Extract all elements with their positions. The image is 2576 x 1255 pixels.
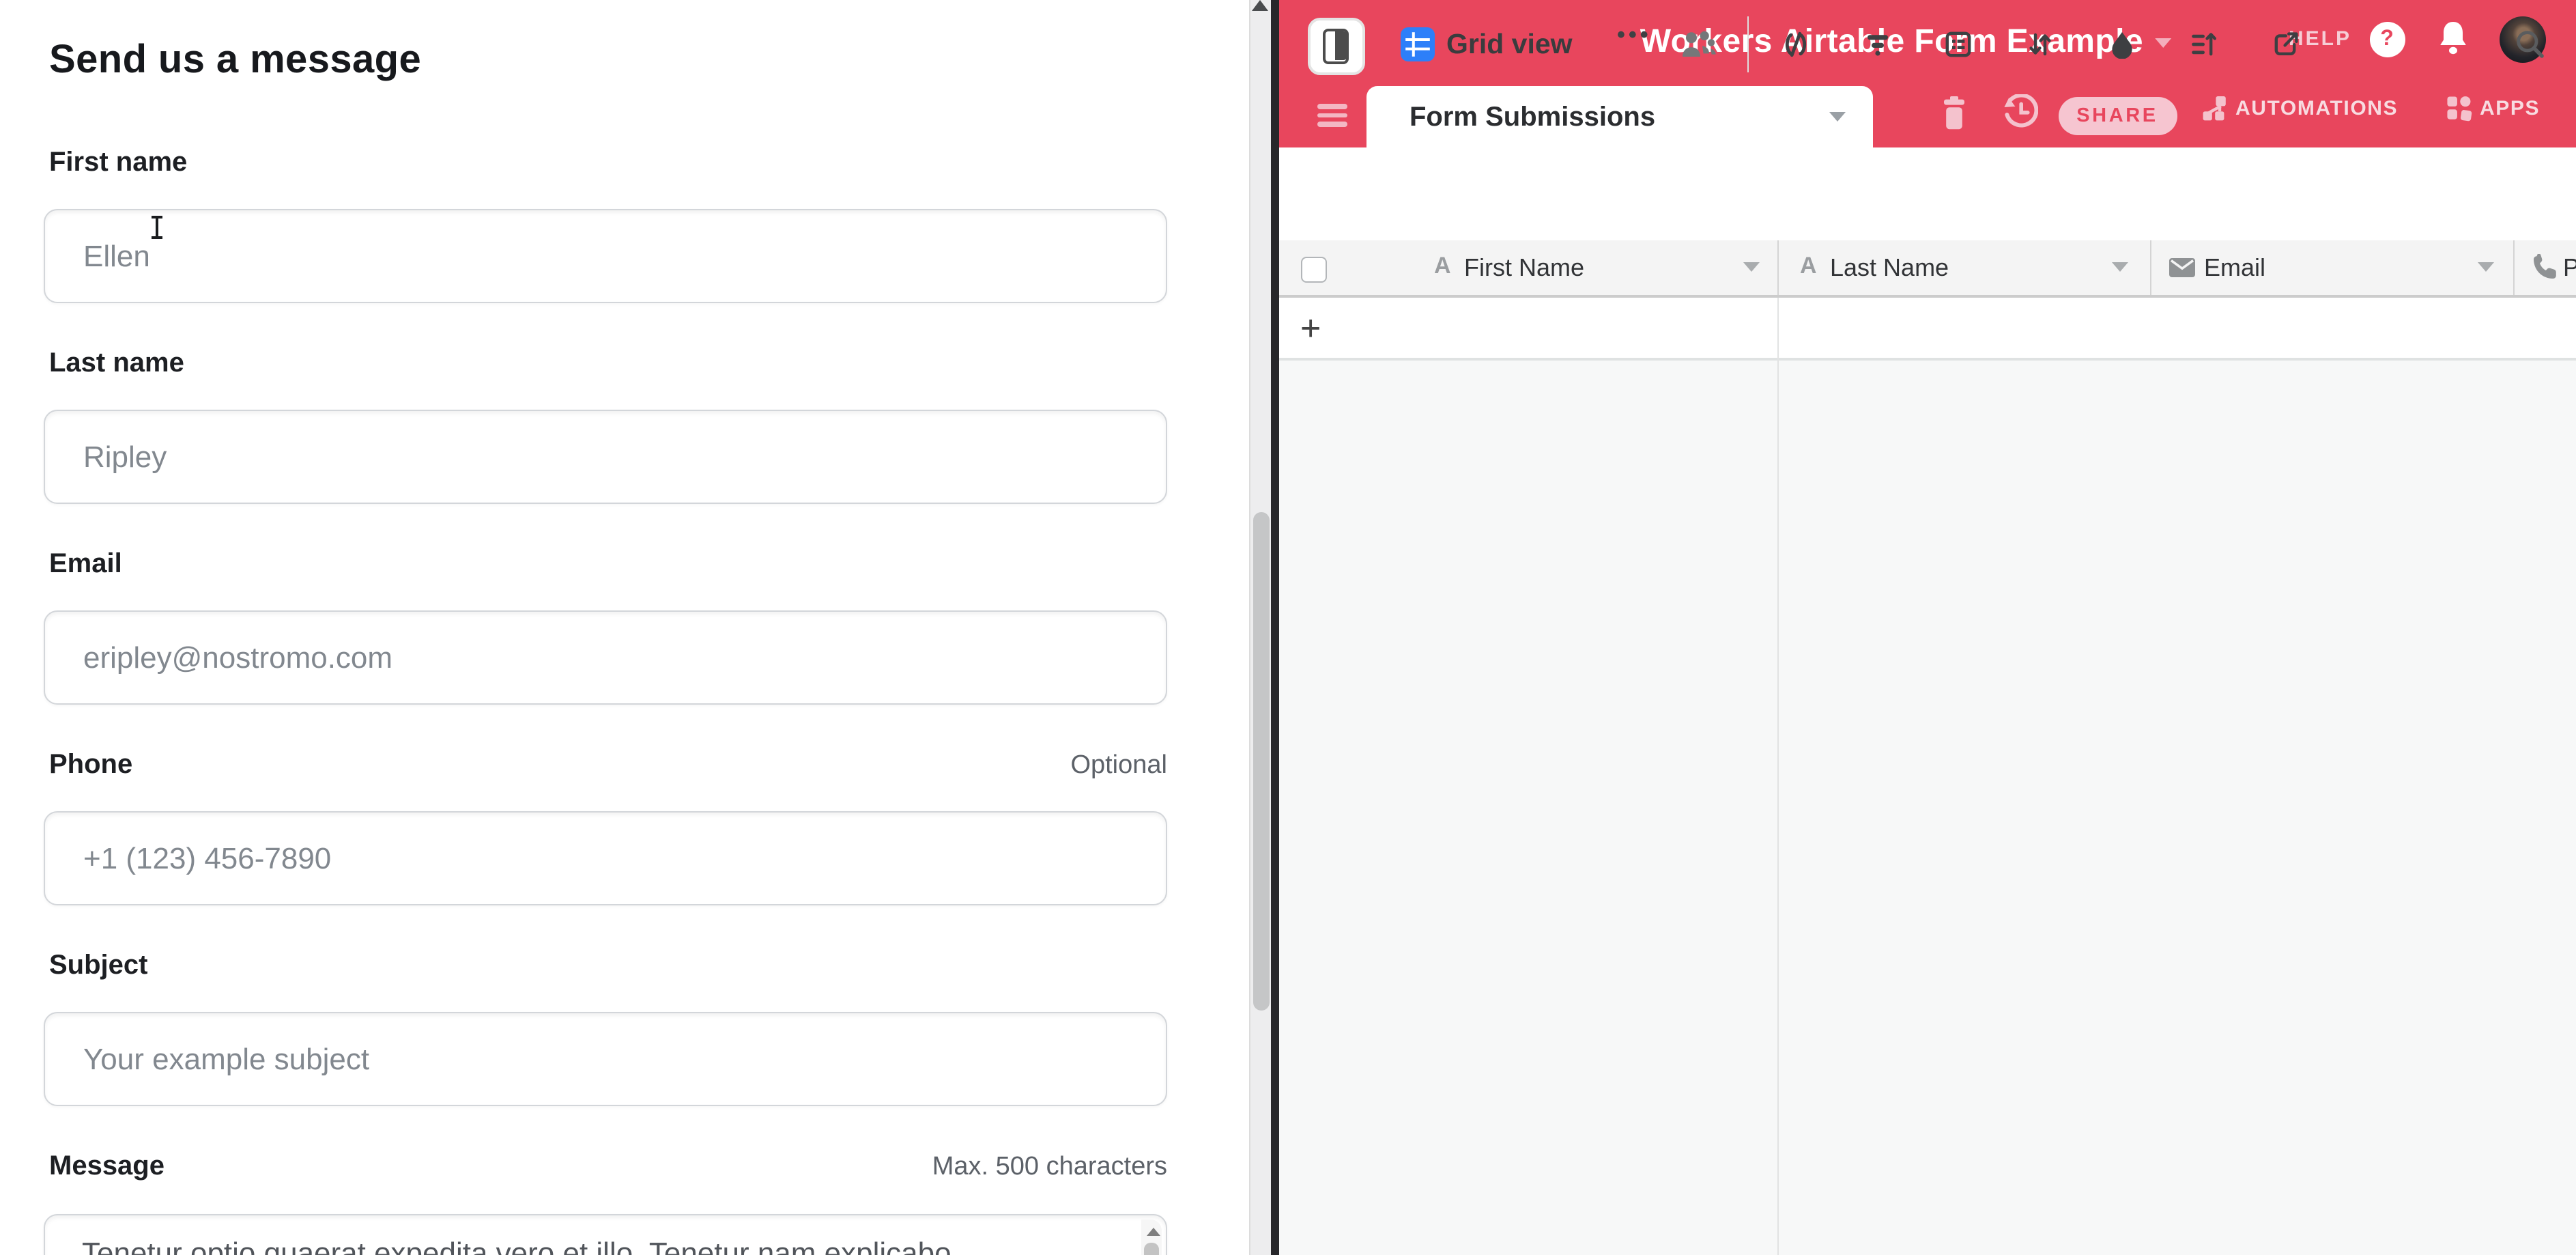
toolbar-divider xyxy=(1747,16,1748,72)
contact-form-pane: Send us a message First name Ellen Last … xyxy=(0,0,1249,1255)
history-icon[interactable] xyxy=(2002,94,2037,130)
subject-label: Subject xyxy=(49,950,148,982)
grid-column-header-row: A First Name A Last Name Email Phone xyxy=(1278,240,2576,298)
page-scrollbar-thumb[interactable] xyxy=(1253,512,1269,1011)
message-label: Message xyxy=(49,1151,164,1183)
grid-view-icon[interactable] xyxy=(1400,27,1434,61)
view-name-label[interactable]: Grid view xyxy=(1446,29,1573,61)
email-input[interactable]: eripley@nostromo.com xyxy=(44,610,1167,705)
email-label: Email xyxy=(49,549,122,580)
hide-fields-icon[interactable] xyxy=(1781,30,1809,59)
first-name-input[interactable]: Ellen xyxy=(44,209,1167,303)
filter-icon[interactable] xyxy=(1863,30,1891,59)
column-header-phone[interactable]: Phone xyxy=(2563,254,2576,283)
base-title[interactable]: Workers Airtable Form Example xyxy=(1640,23,2172,61)
phone-label: Phone xyxy=(49,750,132,781)
text-field-type-icon: A xyxy=(1434,253,1451,280)
group-icon[interactable] xyxy=(1943,30,1972,59)
first-name-placeholder: Ellen xyxy=(83,238,150,274)
message-text-value: Tenetur optio quaerat expedita vero et i… xyxy=(82,1236,951,1255)
phone-input[interactable]: +1 (123) 456-7890 xyxy=(44,811,1167,905)
share-button[interactable]: SHARE xyxy=(2058,97,2177,135)
collaborators-icon[interactable] xyxy=(1680,26,1717,61)
phone-placeholder: +1 (123) 456-7890 xyxy=(83,841,331,876)
textarea-scrollbar-thumb[interactable] xyxy=(1144,1243,1159,1255)
column-header-last-name[interactable]: Last Name xyxy=(1830,254,1949,283)
email-placeholder: eripley@nostromo.com xyxy=(83,640,392,675)
last-name-placeholder: Ripley xyxy=(83,439,167,475)
tab-form-submissions[interactable]: Form Submissions xyxy=(1366,86,1872,147)
message-maxlength-note: Max. 500 characters xyxy=(932,1153,1167,1183)
select-all-checkbox[interactable] xyxy=(1300,257,1326,283)
column-caret-icon[interactable] xyxy=(2477,262,2493,272)
notifications-bell-icon[interactable] xyxy=(2436,20,2469,56)
view-toolbar xyxy=(1278,147,2576,241)
airtable-window: Workers Airtable Form Example HELP ? For… xyxy=(1278,0,2576,1255)
table-menu-icon[interactable] xyxy=(1317,104,1347,127)
textarea-scroll-up-icon[interactable] xyxy=(1147,1228,1160,1236)
add-record-row[interactable] xyxy=(1278,298,2576,361)
help-question-icon[interactable]: ? xyxy=(2369,22,2405,57)
column-caret-icon[interactable] xyxy=(1743,262,1759,272)
automations-icon xyxy=(2201,96,2227,122)
window-edge-divider xyxy=(1271,0,1278,1255)
first-name-label: First name xyxy=(49,147,187,179)
sort-icon[interactable] xyxy=(2025,30,2054,59)
tab-caret-icon[interactable] xyxy=(1829,112,1845,122)
column-caret-icon[interactable] xyxy=(2111,262,2128,272)
sidebar-panel-icon xyxy=(1323,29,1349,64)
column-divider[interactable] xyxy=(1777,240,1779,295)
last-name-input[interactable]: Ripley xyxy=(44,410,1167,504)
view-sidebar-toggle-button[interactable] xyxy=(1307,18,1364,75)
screenshot-stage: Send us a message First name Ellen Last … xyxy=(0,0,2576,1255)
search-icon[interactable] xyxy=(2514,29,2544,59)
automations-button[interactable]: AUTOMATIONS xyxy=(2201,96,2398,122)
form-title: Send us a message xyxy=(49,38,421,83)
apps-icon xyxy=(2446,96,2472,122)
column-divider[interactable] xyxy=(2513,240,2515,295)
text-field-type-icon: A xyxy=(1800,253,1817,280)
record-color-icon[interactable] xyxy=(2107,30,2136,59)
subject-placeholder: Your example subject xyxy=(83,1041,369,1077)
last-name-label: Last name xyxy=(49,348,184,380)
trash-icon[interactable] xyxy=(1939,96,1968,130)
email-field-type-icon xyxy=(2169,258,2194,277)
add-record-plus-icon[interactable]: + xyxy=(1300,310,1321,346)
share-view-icon[interactable] xyxy=(2271,30,2300,59)
text-cursor-icon xyxy=(150,216,164,239)
column-divider[interactable] xyxy=(2150,240,2151,295)
row-height-icon[interactable] xyxy=(2188,30,2216,59)
apps-button[interactable]: APPS xyxy=(2446,96,2540,122)
phone-field-type-icon xyxy=(2530,254,2558,281)
view-options-ellipsis-icon[interactable]: ••• xyxy=(1617,22,1652,49)
column-header-email[interactable]: Email xyxy=(2204,254,2265,283)
column-header-first-name[interactable]: First Name xyxy=(1464,254,1584,283)
grid-body-column-divider xyxy=(1777,298,1779,1255)
base-title-caret-icon xyxy=(2156,38,2172,47)
subject-input[interactable]: Your example subject xyxy=(44,1012,1167,1106)
phone-optional-note: Optional xyxy=(1070,751,1167,781)
scrollbar-up-arrow-icon[interactable] xyxy=(1252,0,1268,11)
